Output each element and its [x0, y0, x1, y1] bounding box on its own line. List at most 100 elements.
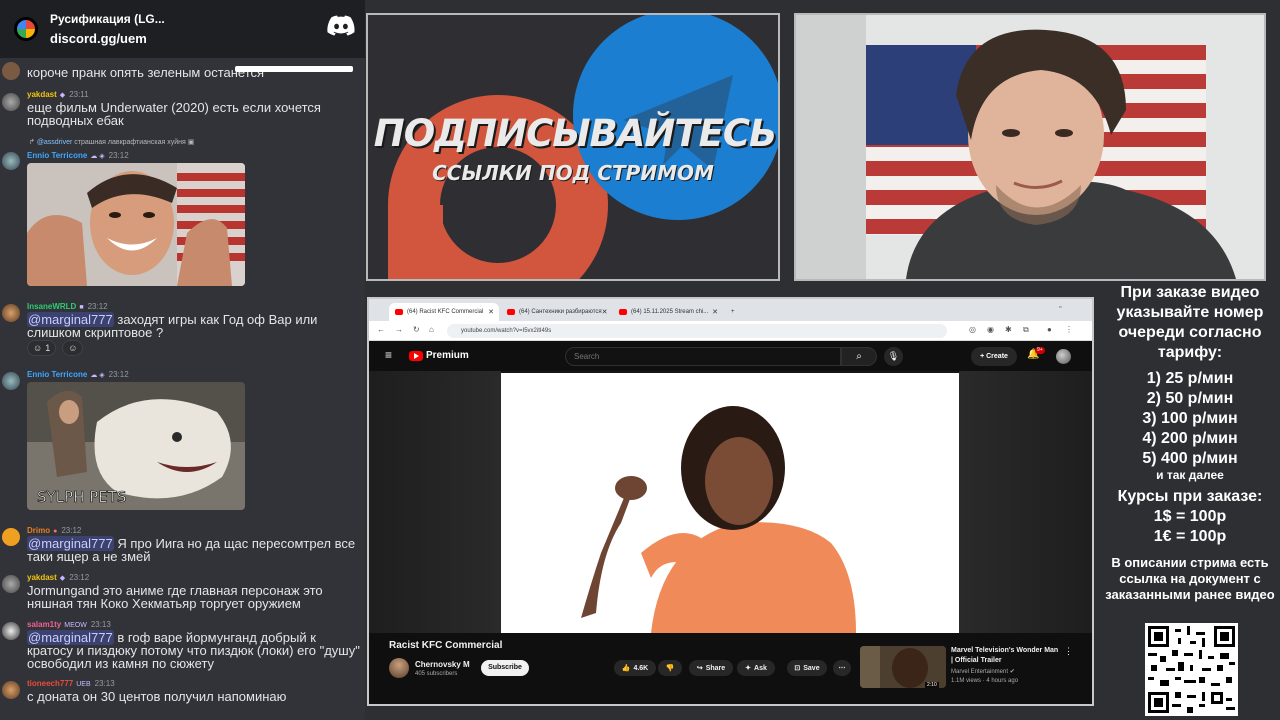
back-icon[interactable]: ← [377, 325, 385, 334]
recommended-channel: Marvel Entertainment ✔ [951, 669, 1015, 675]
user-avatar [2, 304, 20, 322]
username[interactable]: salam1ty [27, 620, 61, 629]
video-duration: 2:10 [925, 682, 939, 688]
ask-button[interactable]: ✦ Ask [737, 660, 775, 676]
channel-avatar[interactable] [389, 658, 409, 678]
reply-preview[interactable]: ↱ @assdriver страшная лавкрафтианская ху… [29, 138, 194, 146]
browser-window: (64) Racist KFC Commercial ✕ (64) Сантехн… [367, 297, 1094, 706]
timestamp: 23:11 [69, 90, 89, 99]
role-badge: MEOW [64, 622, 87, 629]
add-reaction-icon: ☺ [68, 343, 78, 353]
close-tab-icon[interactable]: ✕ [602, 308, 608, 316]
price-tier: 3) 100 р/мин [1142, 410, 1238, 427]
browser-tab[interactable]: (64) 15.11.2025 Stream chi... ✕ [613, 303, 723, 321]
thumbs-down-icon: 👎 [665, 665, 675, 672]
home-icon[interactable]: ⌂ [429, 325, 434, 334]
hamburger-menu-icon[interactable]: ≡ [385, 348, 392, 362]
dislike-button[interactable]: 👎 [658, 660, 682, 676]
add-reaction-button[interactable]: ☺ [62, 340, 84, 356]
tab-strip: (64) Racist KFC Commercial ✕ (64) Сантехн… [369, 299, 1092, 321]
create-button[interactable]: + Create [971, 347, 1017, 366]
username[interactable]: yakdast [27, 573, 57, 582]
youtube-logo[interactable]: Premium [409, 350, 469, 361]
timestamp: 23:13 [94, 679, 115, 688]
extension-icon[interactable]: ◎ [969, 325, 976, 334]
server-invite: discord.gg/uem [50, 31, 147, 46]
video-player[interactable] [369, 371, 1092, 633]
sylph-pets-photo: SYLPH PETS [27, 382, 245, 510]
banner-subline: ССЫЛКИ ПОД СТРИМОМ [432, 161, 714, 185]
save-button[interactable]: ⊡ Save [787, 660, 827, 676]
voice-search-button[interactable]: 🎙 [884, 347, 903, 366]
qr-code [1145, 623, 1238, 716]
plus-icon: + [731, 309, 735, 315]
address-bar: ← → ↻ ⌂ youtube.com/watch?v=I5vx2itI49s … [369, 321, 1092, 341]
extension-icon[interactable]: ✱ [1005, 325, 1012, 334]
timestamp: 23:12 [69, 573, 90, 582]
message-text: @marginal777 в гоф варе йормунганд добры… [27, 630, 360, 671]
user-avatar [2, 372, 20, 390]
browser-tab-active[interactable]: (64) Racist KFC Commercial ✕ [389, 303, 499, 321]
price-tier: 4) 200 р/мин [1142, 430, 1238, 447]
forward-icon[interactable]: → [395, 325, 403, 334]
channel-name[interactable]: Chernovsky M [415, 660, 470, 669]
browser-tab[interactable]: (64) Сантехники разбираются ✕ [501, 303, 611, 321]
reload-icon[interactable]: ↻ [413, 325, 420, 334]
youtube-favicon-icon [395, 309, 403, 315]
stream-layout: Русификация (LG... discord.gg/uem короче… [0, 0, 1280, 720]
share-button[interactable]: ↪ Share [689, 660, 733, 676]
attached-image[interactable] [27, 163, 245, 286]
verified-icon: ✔ [1009, 669, 1015, 675]
timestamp: 23:12 [108, 370, 129, 379]
discord-server-header[interactable]: Русификация (LG... discord.gg/uem [0, 0, 365, 58]
more-actions-button[interactable]: ⋯ [833, 660, 851, 676]
recommended-views: 1.1M views · 4 hours ago [951, 678, 1019, 684]
username[interactable]: Ennio Terricone [27, 151, 87, 160]
new-tab-button[interactable]: + [727, 303, 743, 321]
account-avatar[interactable] [1056, 349, 1071, 364]
timestamp: 23:12 [108, 151, 129, 160]
username[interactable]: Drimo [27, 526, 50, 535]
message-text: с доната он 30 центов получил напоминаю [27, 689, 287, 704]
role-badge-icon: ☁ ◈ [90, 153, 105, 160]
profile-icon[interactable]: ● [1047, 325, 1052, 334]
image-caption: SYLPH PETS [37, 488, 126, 506]
close-tab-icon[interactable]: ✕ [488, 308, 494, 316]
order-instructions: При заказе видео указывайте номер очеред… [1116, 284, 1264, 361]
user-avatar [2, 62, 20, 80]
search-input[interactable] [565, 347, 841, 366]
role-badge-icon: ● [53, 528, 58, 535]
skull-emoji-icon: ☺ [33, 343, 43, 353]
role-badge-icon: ■ [79, 304, 84, 311]
menu-kebab-icon[interactable]: ⋮ [1065, 325, 1073, 334]
discord-logo-icon [327, 15, 355, 36]
exchange-rate: 1€ = 100р [1153, 528, 1227, 545]
recommended-title[interactable]: Marvel Television's Wonder Man | Officia… [951, 646, 1061, 666]
puzzle-icon[interactable]: ⧉ [1023, 325, 1029, 335]
attached-image[interactable]: SYLPH PETS [27, 382, 245, 510]
search-button[interactable]: ⌕ [841, 347, 877, 366]
user-avatar [2, 152, 20, 170]
subscribe-button[interactable]: Subscribe [481, 660, 529, 676]
username[interactable]: yakdast [27, 90, 57, 99]
username[interactable]: Ennio Terricone [27, 370, 87, 379]
like-button[interactable]: 👍 4.6K [614, 660, 656, 676]
thumbs-up-icon: 👍 [621, 665, 631, 672]
recommended-menu-icon[interactable]: ⋮ [1064, 646, 1073, 657]
video-frame [501, 373, 959, 633]
username[interactable]: tioneech777 [27, 679, 73, 688]
user-avatar [2, 528, 20, 546]
minimize-icon[interactable]: ▫ [1059, 304, 1061, 311]
banner-headline: ПОДПИСЫВАЙТЕСЬ [373, 112, 777, 155]
timestamp: 23:13 [90, 620, 111, 629]
timestamp: 23:12 [61, 526, 82, 535]
price-tier: 1) 25 р/мин [1146, 370, 1234, 387]
role-badge-icon: ☁ ◈ [90, 372, 105, 379]
user-avatar [2, 93, 20, 111]
close-tab-icon[interactable]: ✕ [712, 308, 718, 316]
extension-icon[interactable]: ◉ [987, 325, 994, 334]
video-still [501, 373, 959, 633]
url-input[interactable]: youtube.com/watch?v=I5vx2itI49s [447, 324, 947, 338]
reaction-pill[interactable]: ☺ 1 [27, 340, 57, 356]
username[interactable]: InsaneWRLD [27, 302, 76, 311]
